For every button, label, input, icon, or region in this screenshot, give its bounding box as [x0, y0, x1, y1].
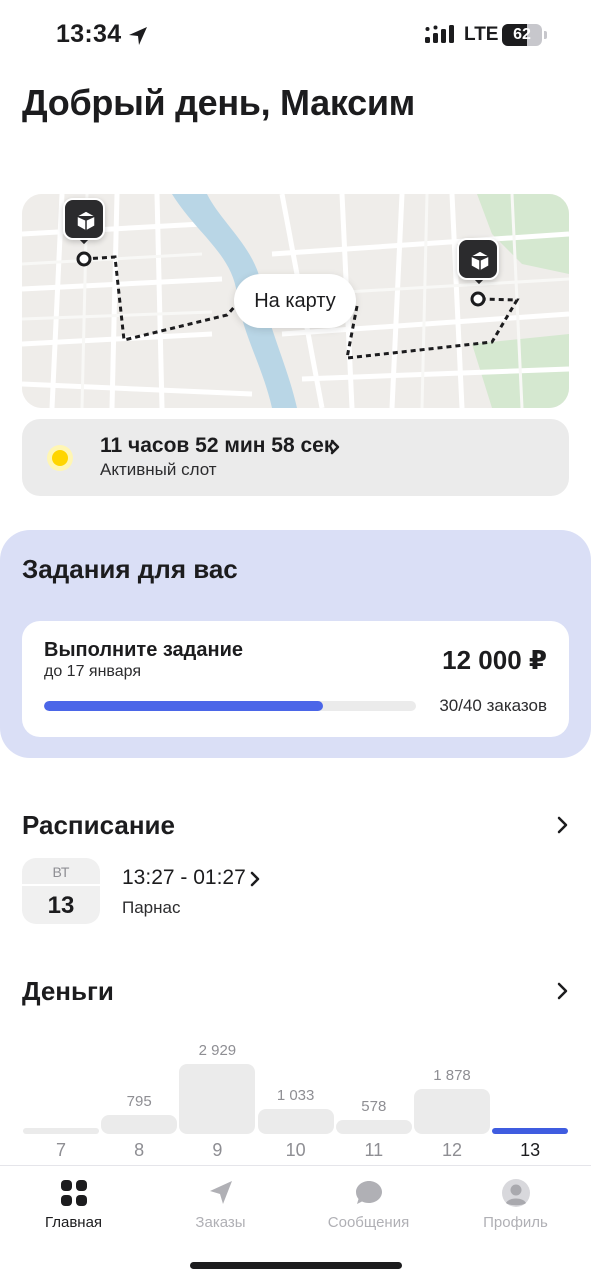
money-bar-value: 1 878 [433, 1067, 471, 1085]
map-card[interactable]: На карту [22, 194, 569, 408]
schedule-date-chip: ВТ 13 [22, 858, 100, 924]
money-bar-value: 578 [361, 1098, 387, 1116]
battery-icon: 62 [502, 24, 548, 46]
task-progress-text: 30/40 заказов [439, 696, 547, 715]
tab-label: Сообщения [327, 1214, 410, 1231]
money-bar-day: 10 [285, 1140, 306, 1160]
money-bar-day: 7 [55, 1140, 66, 1160]
shift-place: Парнас [122, 898, 181, 917]
package-icon [63, 198, 105, 240]
money-bar[interactable] [335, 1120, 412, 1134]
tab-label: Главная [44, 1214, 103, 1231]
task-name: Выполните задание [44, 639, 243, 661]
money-bar-value: 795 [126, 1093, 152, 1110]
location-arrow-icon [129, 27, 147, 45]
chevron-right-icon[interactable] [556, 815, 570, 835]
sun-icon [47, 445, 73, 471]
task-progress-fill [44, 701, 323, 711]
money-title[interactable]: Деньги [22, 976, 114, 1007]
slot-countdown: 11 часов 52 мин 58 сек [100, 434, 335, 457]
chevron-right-icon [330, 439, 340, 455]
chat-bubble-icon [356, 1181, 382, 1204]
money-bar[interactable] [414, 1089, 490, 1134]
package-icon [457, 238, 499, 280]
money-bar[interactable] [492, 1128, 569, 1134]
chevron-right-icon[interactable] [556, 981, 570, 1001]
navigation-arrow-icon [210, 1181, 232, 1204]
shift-time[interactable]: 13:27 - 01:27 [122, 866, 246, 890]
open-map-button[interactable]: На карту [234, 274, 356, 328]
status-time: 13:34 [56, 20, 122, 48]
battery-percent: 62 [513, 26, 531, 43]
tab-messages[interactable]: Сообщения [295, 1178, 442, 1238]
schedule-weekday: ВТ [52, 864, 70, 880]
tab-home[interactable]: Главная [0, 1178, 147, 1238]
money-bar[interactable] [23, 1128, 99, 1134]
tab-profile[interactable]: Профиль [442, 1178, 589, 1238]
money-bar-day: 9 [212, 1140, 223, 1160]
task-progress-bar [44, 701, 416, 711]
home-indicator [190, 1262, 402, 1269]
signal-icon [425, 25, 454, 43]
schedule-day: 13 [47, 892, 75, 919]
task-reward: 12 000 ₽ [442, 645, 547, 675]
money-bar-value: 1 033 [276, 1087, 315, 1105]
tasks-section: Задания для вас Выполните задание до 17 … [0, 530, 591, 758]
home-grid-icon [61, 1180, 87, 1206]
money-bar[interactable] [257, 1109, 334, 1134]
task-card[interactable]: Выполните задание до 17 января 12 000 ₽ … [22, 621, 569, 737]
slot-label: Активный слот [100, 460, 217, 479]
avatar-icon [502, 1179, 530, 1207]
money-bar[interactable] [179, 1064, 256, 1134]
money-bar-day: 13 [520, 1140, 541, 1160]
money-bar-day: 12 [441, 1140, 463, 1160]
greeting-title: Добрый день, Максим [22, 82, 416, 123]
money-bar[interactable] [101, 1115, 178, 1134]
money-bar-day: 8 [134, 1140, 145, 1160]
schedule-title[interactable]: Расписание [22, 810, 175, 841]
money-bar-value: 2 929 [198, 1042, 237, 1059]
tasks-title: Задания для вас [22, 554, 238, 584]
tab-orders[interactable]: Заказы [147, 1178, 294, 1238]
task-deadline: до 17 января [44, 663, 142, 680]
tab-label: Профиль [483, 1214, 548, 1231]
status-bar: 13:34 LTE 62 [0, 0, 591, 70]
active-slot-card[interactable]: 11 часов 52 мин 58 сек Активный слот [22, 419, 569, 496]
money-bar-day: 11 [364, 1140, 384, 1160]
tab-label: Заказы [195, 1214, 246, 1231]
network-type: LTE [464, 24, 499, 45]
chevron-right-icon[interactable] [249, 870, 261, 888]
